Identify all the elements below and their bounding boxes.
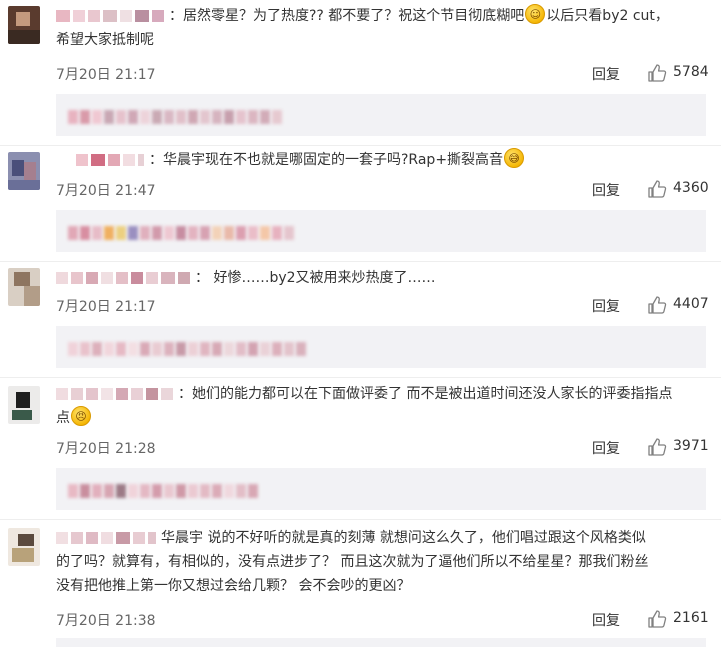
comment-meta: 7月20日 21:28 回复 3971 — [56, 436, 709, 460]
angry-emoji-icon: 😠 — [71, 406, 91, 426]
comment-meta: 7月20日 21:47 回复 4360 — [56, 178, 709, 202]
timestamp: 7月20日 21:17 — [56, 67, 156, 83]
like-count: 3971 — [673, 438, 709, 454]
thumbs-up-icon — [648, 610, 667, 628]
comment-text: ：华晨宇现在不也就是哪固定的一套子吗?Rap+撕裂高音 😅 — [56, 148, 706, 172]
username-blurred[interactable] — [56, 9, 167, 23]
grin-emoji-icon: ☺ — [525, 4, 546, 24]
reply-preview[interactable] — [56, 326, 706, 368]
reply-preview[interactable] — [56, 638, 706, 647]
divider — [0, 377, 721, 378]
avatar[interactable] — [8, 386, 40, 424]
avatar[interactable] — [8, 268, 40, 306]
comment-meta: 7月20日 21:17 回复 5784 — [56, 62, 709, 86]
reply-preview[interactable] — [56, 210, 706, 252]
thumbs-up-icon — [648, 180, 667, 198]
reply-button[interactable]: 回复 — [592, 64, 620, 84]
thumbs-up-icon — [648, 438, 667, 456]
timestamp: 7月20日 21:17 — [56, 299, 156, 315]
avatar[interactable] — [8, 152, 40, 190]
comment-meta: 7月20日 21:17 回复 4407 — [56, 294, 709, 318]
like-count: 5784 — [673, 64, 709, 80]
username-blurred[interactable] — [76, 153, 147, 167]
username-blurred[interactable] — [56, 271, 193, 285]
comment-meta: 7月20日 21:38 回复 2161 — [56, 608, 709, 632]
reply-preview[interactable] — [56, 94, 706, 136]
thumbs-up-icon — [648, 296, 667, 314]
like-count: 2161 — [673, 610, 709, 626]
comment-text: 华晨宇 说的不好听的就是真的刻薄 就想问这么久了，他们唱过跟这个风格类似 的了吗… — [56, 530, 649, 594]
reply-preview[interactable] — [56, 468, 706, 510]
username-blurred[interactable] — [56, 387, 176, 401]
sweat-emoji-icon: 😅 — [504, 148, 525, 168]
divider — [0, 145, 721, 146]
timestamp: 7月20日 21:47 — [56, 183, 156, 199]
divider — [0, 519, 721, 520]
reply-button[interactable]: 回复 — [592, 180, 620, 200]
reply-button[interactable]: 回复 — [592, 296, 620, 316]
divider — [0, 261, 721, 262]
comment-text: ： 好惨……by2又被用来炒热度了…… — [56, 266, 706, 290]
thumbs-up-icon — [648, 64, 667, 82]
comment-text: ：居然零星？为了热度?? 都不要了？祝这个节目彻底糊吧 ☺ 以后只看by2 cut，… — [56, 4, 706, 52]
avatar[interactable] — [8, 6, 40, 44]
timestamp: 7月20日 21:28 — [56, 441, 156, 457]
reply-button[interactable]: 回复 — [592, 610, 620, 630]
like-count: 4360 — [673, 180, 709, 196]
timestamp: 7月20日 21:38 — [56, 613, 156, 629]
comment-text: ：她们的能力都可以在下面做评委了 而不是被出道时间还没人家长的评委指指点 点 😠 — [56, 386, 673, 426]
reply-button[interactable]: 回复 — [592, 438, 620, 458]
username-blurred[interactable] — [56, 531, 159, 545]
like-count: 4407 — [673, 296, 709, 312]
avatar[interactable] — [8, 528, 40, 566]
